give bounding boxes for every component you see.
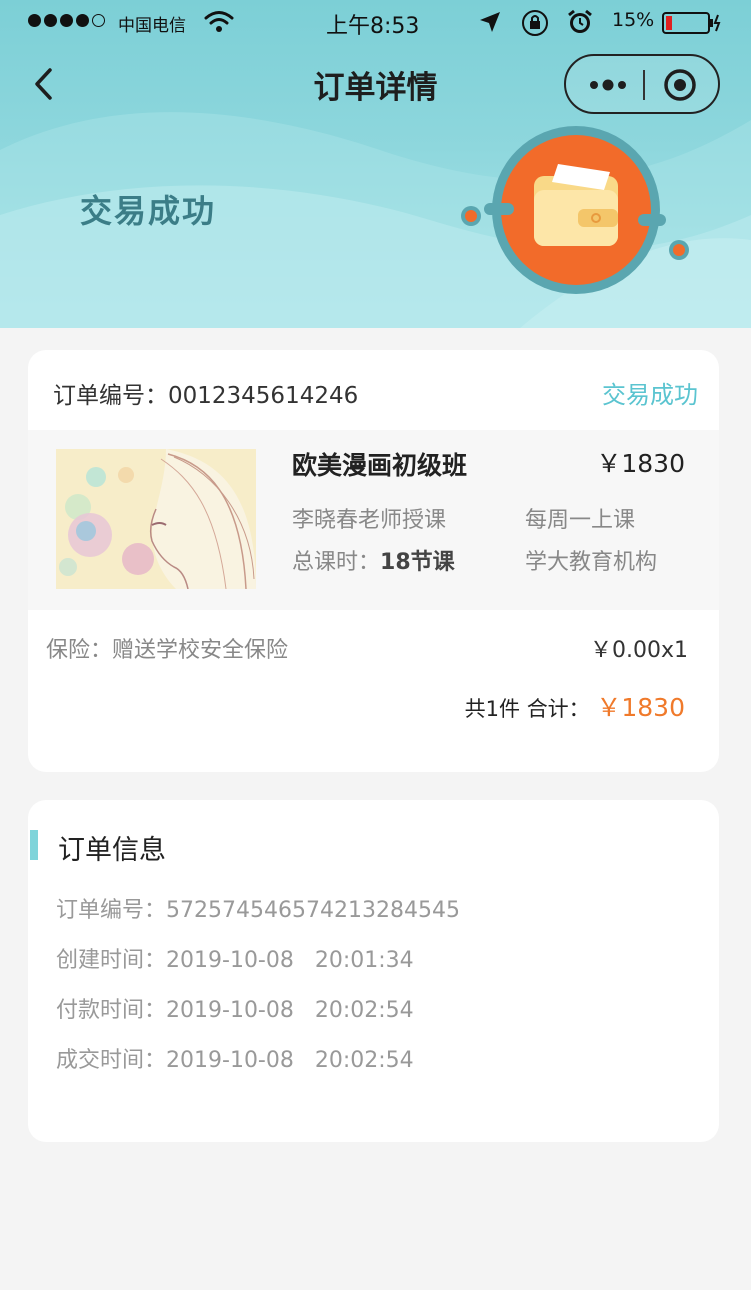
- product-schedule: 每周一上课: [525, 508, 636, 533]
- info-row-value: 2019-10-08 20:02:54: [166, 1048, 414, 1073]
- total-label: 合计：: [526, 697, 590, 721]
- banner-status-text: 交易成功: [80, 192, 217, 230]
- order-total: 共1件 合计： ￥1830: [465, 688, 685, 724]
- info-row-label: 订单编号：: [56, 898, 167, 923]
- section-accent-bar: [30, 830, 38, 860]
- order-number-label: 订单编号：: [53, 383, 168, 409]
- product-hours-label: 总课时：: [292, 550, 381, 575]
- product-item[interactable]: 欧美漫画初级班 ￥1830 李晓春老师授课 每周一上课 总课时：18节课 学大教…: [28, 430, 719, 610]
- more-dots-icon[interactable]: [586, 73, 638, 97]
- wifi-icon: [204, 11, 234, 32]
- wallet-icon: [461, 126, 689, 294]
- clock-time: 上午8:53: [326, 14, 420, 39]
- product-hours: 总课时：18节课: [292, 544, 455, 576]
- order-info-card: 订单信息 订单编号：572574546574213284545 创建时间：201…: [28, 800, 719, 1142]
- order-status-badge: 交易成功: [602, 381, 698, 409]
- section-title: 订单信息: [58, 835, 166, 866]
- location-arrow-icon: [480, 12, 500, 32]
- battery-percent: 15%: [612, 9, 655, 31]
- info-row-label: 付款时间：: [56, 998, 167, 1023]
- rotation-lock-icon: [522, 10, 548, 36]
- product-price: ￥1830: [596, 449, 685, 478]
- info-row-paid-time: 付款时间：2019-10-08 20:02:54: [56, 992, 414, 1024]
- battery-icon: [662, 12, 721, 34]
- product-organization: 学大教育机构: [525, 550, 658, 575]
- target-close-icon[interactable]: [663, 68, 697, 102]
- insurance-label: 保险：: [46, 638, 113, 663]
- mini-program-capsule: [564, 54, 720, 114]
- capsule-divider: [643, 70, 645, 100]
- insurance-price: ￥0.00x1: [589, 638, 688, 663]
- info-row-value: 2019-10-08 20:01:34: [166, 948, 414, 973]
- product-hours-value: 18节课: [380, 550, 455, 575]
- insurance-description: 赠送学校安全保险: [112, 638, 289, 663]
- total-amount: ￥1830: [596, 693, 685, 722]
- order-number-value: 0012345614246: [168, 383, 359, 409]
- product-teacher: 李晓春老师授课: [292, 508, 447, 533]
- info-row-label: 成交时间：: [56, 1048, 167, 1073]
- signal-icon: [28, 14, 105, 27]
- status-bar: 中国电信 上午8:53 15%: [0, 0, 751, 44]
- product-name: 欧美漫画初级班: [292, 451, 468, 480]
- insurance-line: 保险：赠送学校安全保险: [46, 632, 288, 664]
- info-row-order-number: 订单编号：572574546574213284545: [56, 892, 460, 924]
- product-thumbnail: [56, 449, 256, 589]
- alarm-clock-icon: [568, 9, 592, 33]
- info-row-label: 创建时间：: [56, 948, 167, 973]
- order-number: 订单编号：0012345614246: [53, 376, 358, 410]
- info-row-deal-time: 成交时间：2019-10-08 20:02:54: [56, 1042, 414, 1074]
- order-card: 订单编号：0012345614246 交易成功 欧美漫画初级班 ￥1830 李晓…: [28, 350, 719, 772]
- info-row-value: 2019-10-08 20:02:54: [166, 998, 414, 1023]
- info-row-value: 572574546574213284545: [166, 898, 460, 923]
- info-row-created-time: 创建时间：2019-10-08 20:01:34: [56, 942, 414, 974]
- carrier-label: 中国电信: [118, 16, 186, 36]
- total-count: 共1件: [464, 697, 520, 721]
- header-banner: 中国电信 上午8:53 15% 订单详情 交易成功: [0, 0, 751, 328]
